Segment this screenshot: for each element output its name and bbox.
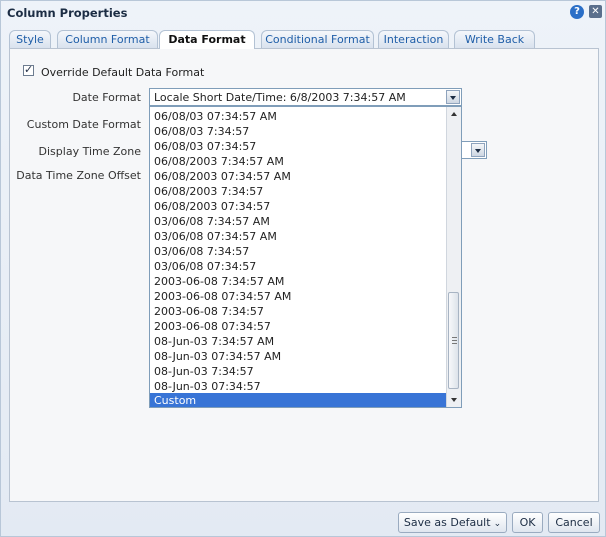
grip-icon xyxy=(452,340,457,341)
grip-icon xyxy=(452,337,457,338)
dialog-title: Column Properties xyxy=(7,6,128,20)
dropdown-option[interactable]: 03/06/08 07:34:57 xyxy=(150,259,446,274)
title-bar: Column Properties ? ✕ xyxy=(1,1,605,25)
scroll-down-arrow-icon[interactable] xyxy=(447,393,461,407)
display-time-zone-label: Display Time Zone xyxy=(38,145,141,158)
dropdown-option[interactable]: 08-Jun-03 07:34:57 xyxy=(150,379,446,394)
tab-column-format[interactable]: Column Format xyxy=(57,30,158,48)
dropdown-option[interactable]: 08-Jun-03 07:34:57 AM xyxy=(150,349,446,364)
dropdown-option[interactable]: 03/06/08 7:34:57 AM xyxy=(150,214,446,229)
ok-button[interactable]: OK xyxy=(512,512,543,533)
scrollbar-thumb[interactable] xyxy=(448,292,459,389)
tab-write-back[interactable]: Write Back xyxy=(454,30,535,48)
tab-bar: Style Column Format Data Format Conditio… xyxy=(9,30,599,49)
dropdown-option[interactable]: 2003-06-08 07:34:57 AM xyxy=(150,289,446,304)
custom-date-format-label: Custom Date Format xyxy=(26,118,141,131)
help-icon[interactable]: ? xyxy=(570,5,584,19)
dropdown-option[interactable]: 08-Jun-03 7:34:57 AM xyxy=(150,334,446,349)
date-format-label: Date Format xyxy=(72,91,141,104)
dropdown-option[interactable]: 03/06/08 07:34:57 AM xyxy=(150,229,446,244)
cancel-button[interactable]: Cancel xyxy=(548,512,600,533)
dropdown-option[interactable]: 2003-06-08 07:34:57 xyxy=(150,319,446,334)
dropdown-option[interactable]: 08-Jun-03 7:34:57 xyxy=(150,364,446,379)
save-as-default-label: Save as Default xyxy=(403,516,491,529)
save-as-default-button[interactable]: Save as Default ⌄ xyxy=(398,512,507,533)
tab-interaction[interactable]: Interaction xyxy=(378,30,449,48)
dropdown-option[interactable]: 2003-06-08 7:34:57 xyxy=(150,304,446,319)
dropdown-option[interactable]: 06/08/2003 7:34:57 AM xyxy=(150,154,446,169)
grip-icon xyxy=(452,343,457,344)
display-time-zone-select[interactable] xyxy=(462,141,487,159)
tab-conditional-format[interactable]: Conditional Format xyxy=(261,30,374,48)
scroll-up-arrow-icon[interactable] xyxy=(447,107,461,121)
dropdown-option[interactable]: 06/08/03 07:34:57 xyxy=(150,139,446,154)
tab-data-format[interactable]: Data Format xyxy=(159,30,255,49)
dropdown-option[interactable]: 06/08/2003 07:34:57 xyxy=(150,199,446,214)
chevron-down-icon[interactable] xyxy=(446,90,460,104)
dropdown-option[interactable]: 03/06/08 7:34:57 xyxy=(150,244,446,259)
dropdown-option-selected[interactable]: Custom xyxy=(150,393,446,407)
override-checkbox-label[interactable]: Override Default Data Format xyxy=(41,66,204,79)
chevron-down-icon: ⌄ xyxy=(493,519,502,529)
dropdown-option[interactable]: 2003-06-08 7:34:57 AM xyxy=(150,274,446,289)
dropdown-option[interactable]: 06/08/03 07:34:57 AM xyxy=(150,109,446,124)
dropdown-option[interactable]: 06/08/2003 7:34:57 xyxy=(150,184,446,199)
dropdown-scrollbar[interactable] xyxy=(446,107,461,407)
close-icon[interactable]: ✕ xyxy=(589,5,602,18)
date-format-value: Locale Short Date/Time: 6/8/2003 7:34:57… xyxy=(154,91,406,104)
chevron-down-icon[interactable] xyxy=(471,143,485,157)
dropdown-option[interactable]: 06/08/2003 07:34:57 AM xyxy=(150,169,446,184)
date-format-select[interactable]: Locale Short Date/Time: 6/8/2003 7:34:57… xyxy=(149,88,462,106)
dropdown-option[interactable]: 06/08/03 7:34:57 xyxy=(150,124,446,139)
override-checkbox[interactable] xyxy=(23,63,34,76)
tab-style[interactable]: Style xyxy=(9,30,51,48)
data-time-zone-offset-label: Data Time Zone Offset xyxy=(16,169,141,182)
date-format-dropdown-list: 06/08/03 07:34:57 AM 06/08/03 7:34:57 06… xyxy=(149,106,462,408)
column-properties-dialog: Column Properties ? ✕ Style Column Forma… xyxy=(0,0,606,537)
